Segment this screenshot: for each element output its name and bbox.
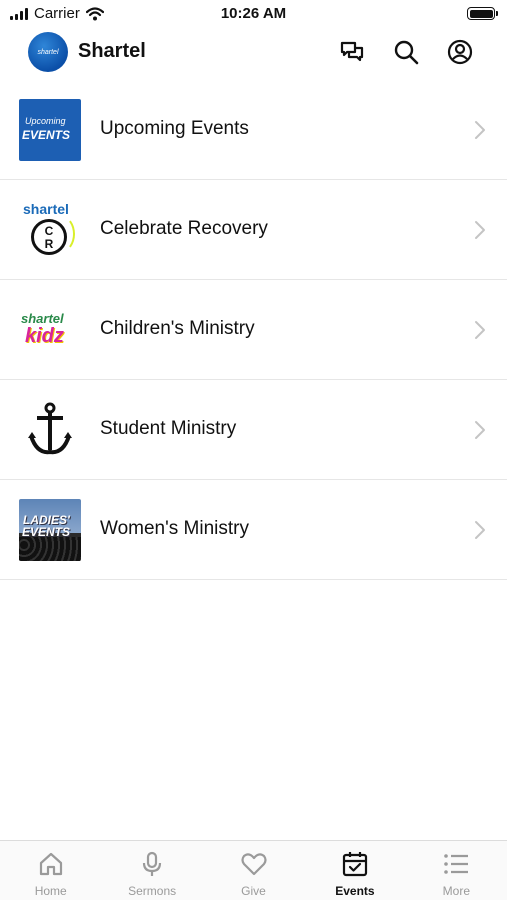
tab-label: Events [335,884,375,898]
thumb-text: shartel [21,311,64,326]
thumb-text: kidz [25,325,64,347]
tab-label: Sermons [128,884,177,898]
upcoming-events-thumbnail: Upcoming EVENTS [19,99,81,161]
tab-more[interactable]: More [406,841,507,900]
thumb-text: R [44,237,54,251]
anchor-icon [19,399,81,461]
tab-sermons[interactable]: Sermons [101,841,202,900]
search-icon[interactable] [392,38,420,66]
list-item-upcoming-events[interactable]: Upcoming EVENTS Upcoming Events [0,80,507,180]
chevron-right-icon [475,221,485,239]
chevron-right-icon [475,121,485,139]
events-list: Upcoming EVENTS Upcoming Events shartel … [0,80,507,580]
battery-icon [467,7,498,20]
tab-give[interactable]: Give [203,841,304,900]
list-item-label: Celebrate Recovery [100,218,268,239]
thumb-text: EVENTS [22,525,71,539]
list-item-student-ministry[interactable]: Student Ministry [0,380,507,480]
microphone-icon [138,850,166,878]
chevron-right-icon [475,321,485,339]
app-title: Shartel [78,40,146,62]
calendar-icon [341,850,369,878]
status-bar: Carrier 10:26 AM [0,0,507,28]
status-time: 10:26 AM [220,5,287,22]
tab-label: Home [34,884,67,898]
app-logo[interactable]: shartel [28,32,68,72]
home-icon [37,850,65,878]
tab-bar: Home Sermons Give Events More [0,840,507,900]
cr-logo: C R [31,219,67,255]
childrens-ministry-thumbnail: shartel kidz [19,299,81,361]
list-item-label: Upcoming Events [100,118,249,139]
list-item-womens-ministry[interactable]: LADIES' EVENTS Women's Ministry [0,480,507,580]
logo-text: shartel [37,48,59,56]
tab-events[interactable]: Events [304,841,405,900]
list-icon [442,850,470,878]
womens-ministry-thumbnail: LADIES' EVENTS [19,499,81,561]
app-header: shartel Shartel [0,28,507,78]
celebrate-recovery-thumbnail: shartel C R [19,199,81,261]
heart-icon [240,850,268,878]
list-item-celebrate-recovery[interactable]: shartel C R Celebrate Recovery [0,180,507,280]
tab-label: Give [241,884,266,898]
profile-icon[interactable] [446,38,474,66]
list-item-label: Children's Ministry [100,318,255,339]
chevron-right-icon [475,521,485,539]
chat-icon[interactable] [338,38,366,66]
thumb-text: EVENTS [22,128,71,142]
tab-home[interactable]: Home [0,841,101,900]
list-item-childrens-ministry[interactable]: shartel kidz Children's Ministry [0,280,507,380]
thumb-text: shartel [23,201,69,217]
list-item-label: Women's Ministry [100,518,249,539]
list-item-label: Student Ministry [100,418,237,439]
chevron-right-icon [475,421,485,439]
tab-label: More [442,884,470,898]
thumb-text: Upcoming [25,116,66,126]
